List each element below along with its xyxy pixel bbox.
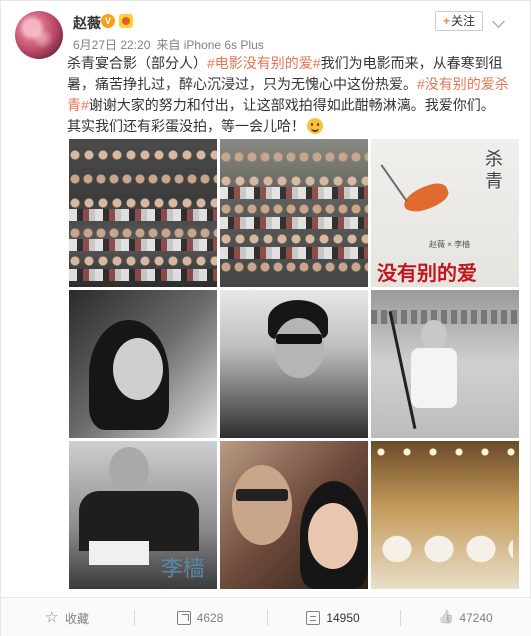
crowd-row <box>69 171 217 193</box>
poster-movie-title: 没有别的爱 <box>377 261 477 285</box>
photo-portrait-man[interactable] <box>220 290 368 438</box>
crowd-row <box>69 147 217 169</box>
crowd-row <box>220 247 368 259</box>
glasses-shape <box>276 334 322 344</box>
post-text-4: 其实我们还有彩蛋没拍，等一会儿哈！ <box>67 118 305 134</box>
crowd-row <box>69 239 217 251</box>
action-bar: 收藏 4628 14950 47240 <box>1 597 531 636</box>
banquet-tables <box>377 529 513 569</box>
body-shape <box>411 348 457 408</box>
topic-link-1[interactable]: #电影没有别的爱# <box>207 55 321 71</box>
comment-button[interactable]: 14950 <box>267 598 399 636</box>
post-text-3: 谢谢大家的努力和付出，让这部戏拍得如此酣畅淋漓。我爱你们。 <box>88 97 495 113</box>
favorite-label: 收藏 <box>64 611 89 626</box>
face-shape <box>113 338 163 400</box>
photo-poster[interactable]: 杀青 赵薇 × 李樯 没有别的爱 <box>371 139 519 287</box>
post-source: 来自 iPhone 6s Plus <box>156 38 264 52</box>
post-text-1: 杀青宴合影（部分人） <box>67 55 207 71</box>
avatar[interactable] <box>15 11 63 59</box>
crowd-row <box>69 209 217 221</box>
member-badge-icon <box>119 14 133 28</box>
thumbs-up-icon <box>439 611 453 625</box>
photo-selfie[interactable] <box>220 441 368 589</box>
photo-watermark: 李樯 <box>161 557 206 582</box>
star-icon <box>45 608 59 626</box>
post-text: 杀青宴合影（部分人）#电影没有别的爱#我们为电影而来，从春寒到徂暑，痛苦挣扎过，… <box>67 53 517 137</box>
plus-icon: + <box>442 14 450 28</box>
post-meta: 6月27日 22:20 来自 iPhone 6s Plus <box>73 36 270 53</box>
poster-credit: 赵薇 × 李樯 <box>429 240 471 249</box>
crowd-row <box>220 259 368 281</box>
share-count: 4628 <box>196 611 224 625</box>
post-time[interactable]: 6月27日 22:20 <box>73 38 150 52</box>
glasses-shape <box>236 489 288 501</box>
photo-set-director[interactable] <box>371 290 519 438</box>
photo-man-reading[interactable]: 李樯 <box>69 441 217 589</box>
share-icon <box>176 611 191 625</box>
crowd-row <box>220 217 368 229</box>
photo-banquet-hall[interactable] <box>371 441 519 589</box>
face-shape <box>308 503 358 569</box>
photo-grid: 杀青 赵薇 × 李樯 没有别的爱 李樯 <box>69 139 519 589</box>
face-shape <box>232 465 292 545</box>
crowd-row <box>69 269 217 281</box>
face-shape <box>421 320 447 350</box>
follow-button[interactable]: +关注 <box>435 11 483 31</box>
flower-image <box>389 161 459 221</box>
face-shape <box>274 318 324 378</box>
share-button[interactable]: 4628 <box>134 598 266 636</box>
weibo-post-card: 赵薇 V 6月27日 22:20 来自 iPhone 6s Plus +关注 杀青… <box>0 0 531 636</box>
favorite-button[interactable]: 收藏 <box>1 598 133 636</box>
photo-group-2[interactable] <box>220 139 368 287</box>
photo-portrait-woman[interactable] <box>69 290 217 438</box>
author-name[interactable]: 赵薇 <box>73 13 101 33</box>
paper-shape <box>89 541 149 565</box>
crowd-row <box>220 149 368 171</box>
smile-emoji-icon <box>307 118 323 134</box>
like-button[interactable]: 47240 <box>400 598 531 636</box>
poster-title: 杀青 <box>482 149 503 193</box>
ceiling-lights <box>371 447 519 457</box>
face-shape <box>109 447 149 493</box>
follow-label: 关注 <box>451 14 476 28</box>
photo-group-1[interactable] <box>69 139 217 287</box>
chevron-down-icon[interactable] <box>493 15 505 27</box>
comment-icon <box>306 611 321 625</box>
crowd-row <box>220 187 368 199</box>
verified-badge-icon: V <box>101 14 115 28</box>
like-count: 47240 <box>459 611 493 625</box>
comment-count: 14950 <box>326 611 360 625</box>
